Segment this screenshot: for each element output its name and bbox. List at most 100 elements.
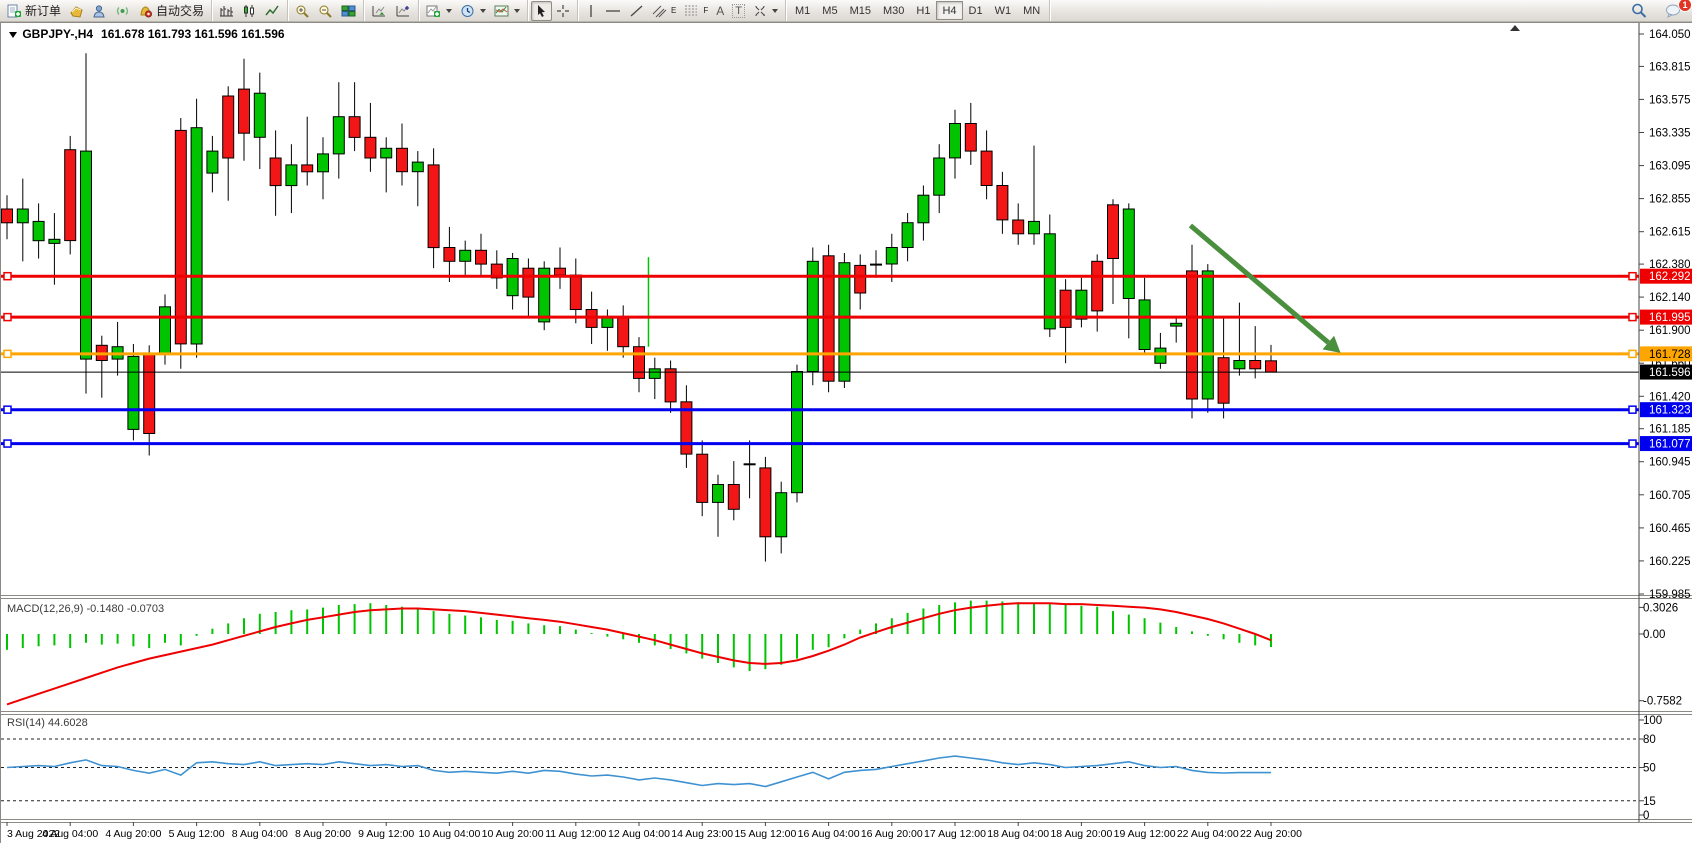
hline-handle[interactable] <box>4 440 11 447</box>
tab-timeframe-M5[interactable]: M5 <box>816 1 843 20</box>
svg-text:14 Aug 23:00: 14 Aug 23:00 <box>671 828 733 840</box>
line-chart-button[interactable] <box>261 1 284 21</box>
charts-button[interactable] <box>65 1 88 21</box>
vertical-line-icon <box>585 4 597 18</box>
hline-handle[interactable] <box>4 406 11 413</box>
hline-handle[interactable] <box>1629 350 1636 357</box>
trendline-button[interactable] <box>625 1 648 21</box>
chart-canvas[interactable]: 164.050 163.815 163.575 163.335 163.095 … <box>1 23 1692 843</box>
label-button[interactable]: T <box>728 1 749 21</box>
svg-text:163.815: 163.815 <box>1649 61 1691 73</box>
cursor-button[interactable] <box>531 1 552 21</box>
svg-text:161.995: 161.995 <box>1649 312 1691 324</box>
tile-windows-icon <box>341 4 356 18</box>
fibonacci-button[interactable]: F <box>680 1 712 21</box>
autoscroll-button[interactable] <box>367 1 391 21</box>
search-icon <box>1631 3 1647 18</box>
indicators-icon <box>426 4 441 18</box>
chart-shift-button[interactable] <box>391 1 415 21</box>
periods-button[interactable] <box>456 1 490 21</box>
svg-text:162.855: 162.855 <box>1649 194 1691 206</box>
zoom-in-icon <box>295 4 310 18</box>
tab-timeframe-D1[interactable]: D1 <box>963 1 989 20</box>
svg-text:161.323: 161.323 <box>1649 405 1691 417</box>
svg-text:161.728: 161.728 <box>1649 349 1691 361</box>
zoom-out-icon <box>318 4 333 18</box>
rsi-value: 44.6028 <box>48 717 88 729</box>
tab-timeframe-H4[interactable]: H4 <box>936 1 962 20</box>
tab-timeframe-H1[interactable]: H1 <box>910 1 936 20</box>
templates-dropdown-arrow <box>514 9 520 13</box>
text-button[interactable]: A <box>712 1 728 21</box>
channel-button[interactable]: E <box>648 1 680 21</box>
tab-timeframe-M1[interactable]: M1 <box>789 1 816 20</box>
hline-handle[interactable] <box>4 350 11 357</box>
chart-collapse-icon[interactable] <box>9 32 17 38</box>
search-button[interactable] <box>1627 1 1651 21</box>
profile-icon <box>92 4 107 18</box>
svg-text:16 Aug 20:00: 16 Aug 20:00 <box>861 828 923 840</box>
hline-handle[interactable] <box>1629 440 1636 447</box>
hline-handle[interactable] <box>4 273 11 280</box>
svg-text:17 Aug 12:00: 17 Aug 12:00 <box>924 828 986 840</box>
profile-button[interactable] <box>88 1 111 21</box>
svg-text:0: 0 <box>1643 810 1649 822</box>
svg-text:-0.7582: -0.7582 <box>1643 696 1682 708</box>
hline-handle[interactable] <box>1629 273 1636 280</box>
svg-text:8 Aug 20:00: 8 Aug 20:00 <box>295 828 351 840</box>
vertical-line-button[interactable] <box>581 1 601 21</box>
svg-text:10 Aug 20:00: 10 Aug 20:00 <box>482 828 544 840</box>
autotrading-button[interactable]: 自动交易 <box>134 1 208 21</box>
tab-timeframe-W1[interactable]: W1 <box>989 1 1018 20</box>
svg-text:160.705: 160.705 <box>1649 490 1691 502</box>
tile-windows-button[interactable] <box>337 1 360 21</box>
svg-text:11 Aug 12:00: 11 Aug 12:00 <box>545 828 606 840</box>
svg-text:22 Aug 20:00: 22 Aug 20:00 <box>1240 828 1302 840</box>
bar-chart-icon <box>219 4 234 18</box>
new-order-icon <box>7 4 22 18</box>
arrows-dropdown-arrow <box>772 9 778 13</box>
zoom-in-button[interactable] <box>291 1 314 21</box>
tab-timeframe-MN[interactable]: MN <box>1017 1 1046 20</box>
tab-timeframe-M15[interactable]: M15 <box>844 1 877 20</box>
svg-text:18 Aug 04:00: 18 Aug 04:00 <box>987 828 1049 840</box>
macd-values: -0.1480 -0.0703 <box>86 603 164 615</box>
label-tool-glyph: T <box>732 4 745 18</box>
horizontal-line-button[interactable] <box>601 1 625 21</box>
new-order-button[interactable]: 新订单 <box>3 1 65 21</box>
tab-timeframe-M30[interactable]: M30 <box>877 1 910 20</box>
chart-shift-icon <box>395 4 411 18</box>
svg-text:163.095: 163.095 <box>1649 161 1691 173</box>
indicators-dropdown-arrow <box>446 9 452 13</box>
crosshair-icon <box>556 4 570 18</box>
svg-text:19 Aug 12:00: 19 Aug 12:00 <box>1114 828 1176 840</box>
chat-button[interactable]: 1 <box>1661 1 1686 21</box>
cursor-icon <box>535 4 548 18</box>
indicators-button[interactable] <box>422 1 456 21</box>
svg-text:161.077: 161.077 <box>1649 439 1691 451</box>
templates-button[interactable] <box>490 1 524 21</box>
signals-button[interactable] <box>111 1 134 21</box>
svg-text:10 Aug 04:00: 10 Aug 04:00 <box>418 828 480 840</box>
candlestick-chart-button[interactable] <box>238 1 261 21</box>
svg-text:9 Aug 12:00: 9 Aug 12:00 <box>358 828 414 840</box>
clock-icon <box>460 4 475 18</box>
svg-text:162.615: 162.615 <box>1649 227 1691 239</box>
toolbar: 新订单 自动交易 <box>0 0 1692 22</box>
hline-handle[interactable] <box>1629 406 1636 413</box>
zoom-out-button[interactable] <box>314 1 337 21</box>
arrows-button[interactable] <box>749 1 782 21</box>
ohlc-values: 161.678 161.793 161.596 161.596 <box>101 27 285 41</box>
hline-handle[interactable] <box>4 314 11 321</box>
svg-text:159.985: 159.985 <box>1649 589 1691 601</box>
bar-chart-button[interactable] <box>215 1 238 21</box>
symbol-period: GBPJPY-,H4 <box>22 27 93 41</box>
svg-text:161.596: 161.596 <box>1649 367 1691 379</box>
svg-text:12 Aug 04:00: 12 Aug 04:00 <box>608 828 670 840</box>
channel-glyph: E <box>671 6 676 15</box>
hline-handle[interactable] <box>1629 314 1636 321</box>
templates-icon <box>494 4 509 18</box>
timeframe-group: M1M5M15M30H1H4D1W1MN <box>786 0 1050 21</box>
svg-text:162.140: 162.140 <box>1649 292 1691 304</box>
crosshair-button[interactable] <box>552 1 574 21</box>
